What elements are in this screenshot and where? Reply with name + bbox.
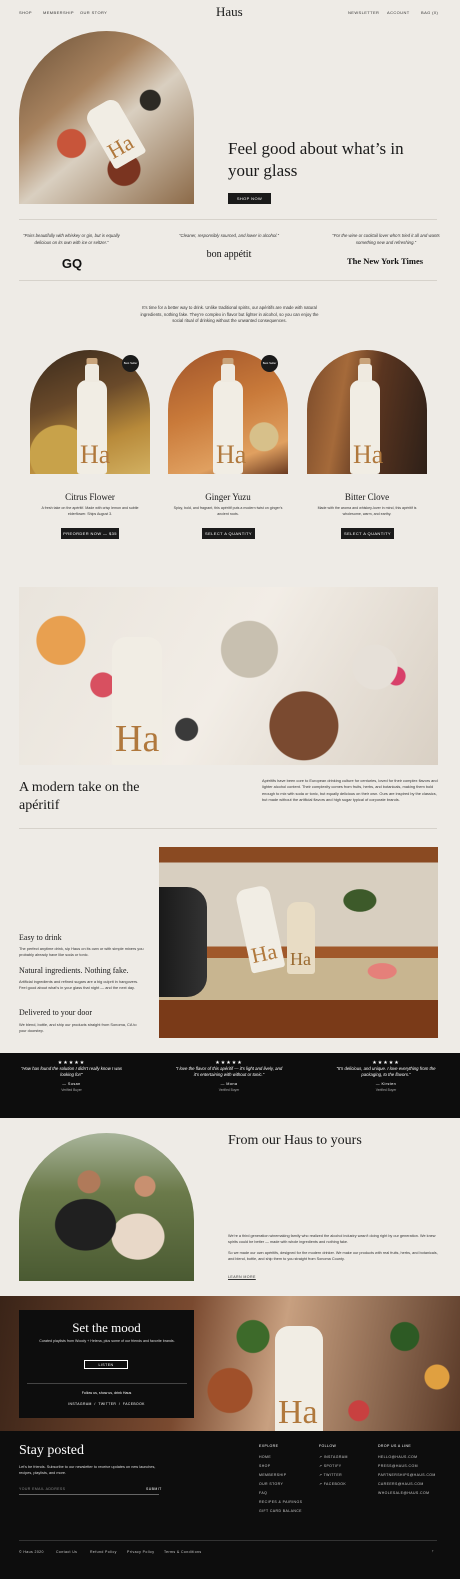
footer-contact-title: Drop us a line	[378, 1444, 412, 1448]
family-photo	[19, 1133, 194, 1281]
product-name[interactable]: Ginger Yuzu	[168, 492, 288, 502]
divider	[19, 219, 437, 220]
family-body-1: We’re a third generation winemaking fami…	[228, 1234, 436, 1244]
review-quote: “It’s delicious, and unique. I love ever…	[336, 1066, 436, 1078]
footer-link[interactable]: Partnerships@Haus.com	[378, 1473, 436, 1477]
shop-now-button[interactable]: Shop now	[228, 193, 271, 204]
footer-explore-title: Explore	[259, 1444, 279, 1448]
feature-body: The perfect anytime drink, sip Haus on i…	[19, 946, 144, 957]
listen-button[interactable]: Listen	[84, 1360, 128, 1369]
product-desc: Spicy, bold, and fragrant, this apéritif…	[173, 506, 283, 516]
review-card: ★★★★★ “I love the flavor of this apériti…	[173, 1060, 285, 1092]
modern-heading: A modern take on the apéritif	[19, 780, 140, 813]
press-logo-nyt: The New York Times	[346, 256, 424, 266]
footer-link[interactable]: Our Story	[259, 1482, 283, 1486]
verified-buyer: Verified Buyer	[61, 1087, 82, 1092]
mood-heading: Set the mood	[72, 1320, 141, 1335]
divider	[19, 1540, 437, 1541]
social-links[interactable]: Instagram / Twitter / Facebook	[19, 1401, 194, 1408]
nav-our-story[interactable]: Our Story	[80, 10, 107, 15]
nav-shop[interactable]: Shop	[19, 10, 32, 15]
product-name[interactable]: Bitter Clove	[307, 492, 427, 502]
hero-headline: Feel good about what’s in your glass	[228, 139, 404, 180]
mood-body: Curated playlists from Woody + Helena, p…	[39, 1339, 175, 1343]
email-underline	[19, 1494, 159, 1495]
preorder-button[interactable]: Preorder now — $35	[61, 528, 119, 539]
select-quantity-button[interactable]: Select a quantity	[341, 528, 394, 539]
divider	[27, 1383, 187, 1384]
top-nav: Shop Membership Our Story Haus Newslette…	[0, 0, 460, 26]
footer-link[interactable]: Gift Card Balance	[259, 1509, 302, 1513]
nav-membership[interactable]: Membership	[43, 10, 74, 15]
footer-follow-title: Follow	[319, 1444, 337, 1448]
press-quote-3: “For the wine or cocktail lover who’s tr…	[332, 233, 440, 245]
feature-body: Artificial ingredients and refined sugar…	[19, 979, 139, 990]
press-quote-1: “Pairs beautifully with whiskey or gin, …	[23, 233, 120, 245]
footer-heading: Stay posted	[19, 1443, 84, 1458]
press-logo-bon-appetit: bon appétit	[206, 249, 252, 260]
footer-link[interactable]: ↗ Spotify	[319, 1464, 341, 1468]
legal-link[interactable]: Contact Us	[56, 1550, 77, 1554]
legal-link[interactable]: Refund Policy	[90, 1550, 117, 1554]
footer-link[interactable]: ↗ Facebook	[319, 1482, 346, 1486]
learn-more-link[interactable]: Learn more	[228, 1274, 256, 1281]
reviewer-name: — Mona	[220, 1081, 238, 1086]
product-desc: A fresh take on the apéritif. Made with …	[41, 506, 139, 516]
newsletter-text: Let’s be friends. Subscribe to our newsl…	[19, 1465, 156, 1475]
divider	[19, 828, 437, 829]
feature-title: Delivered to your door	[19, 1008, 93, 1017]
feature-body: We blend, bottle, and ship our products …	[19, 1022, 137, 1033]
footer-link[interactable]: Membership	[259, 1473, 287, 1477]
back-to-top-icon[interactable]: ↑	[432, 1549, 434, 1553]
modern-body: Apéritifs have been core to European dri…	[262, 778, 438, 802]
review-card: ★★★★★ “How has found the solution I didn…	[19, 1060, 124, 1092]
reviewer-name: — Kirsten	[375, 1081, 397, 1086]
footer-link[interactable]: Recipes & Pairings	[259, 1500, 302, 1504]
product-name[interactable]: Citrus Flower	[30, 492, 150, 502]
footer-link[interactable]: Hello@Haus.com	[378, 1455, 418, 1459]
follow-text: Follow us, show us, drink Haus	[81, 1391, 132, 1395]
family-heading: From our Haus to yours	[228, 1133, 362, 1148]
email-input[interactable]: Your email address	[19, 1486, 139, 1493]
press-logo-gq: GQ	[61, 256, 83, 271]
feature-title: Natural ingredients. Nothing fake.	[19, 966, 129, 975]
product-desc: Made with the aroma and whiskey-lover in…	[317, 506, 417, 516]
footer-link[interactable]: ↗ Twitter	[319, 1473, 342, 1477]
divider	[19, 280, 437, 281]
hero-image: Ha	[19, 31, 194, 204]
best-seller-badge: Best Seller	[261, 355, 278, 372]
nav-bag[interactable]: Bag (0)	[421, 10, 438, 15]
legal-link[interactable]: Privacy Policy	[127, 1550, 154, 1554]
review-quote: “How has found the solution I didn’t rea…	[20, 1066, 123, 1078]
nav-account[interactable]: Account	[387, 10, 410, 15]
legal-link[interactable]: Terms & Conditions	[164, 1550, 202, 1554]
footer-link[interactable]: Home	[259, 1455, 271, 1459]
footer-link[interactable]: FAQ	[259, 1491, 267, 1495]
footer-link[interactable]: Wholesale@Haus.com	[378, 1491, 429, 1495]
lifestyle-table-image: Ha	[19, 587, 438, 765]
footer-link[interactable]: Press@Haus.com	[378, 1464, 418, 1468]
verified-buyer: Verified Buyer	[218, 1087, 240, 1092]
submit-button[interactable]: Submit	[146, 1486, 162, 1493]
logo[interactable]: Haus	[216, 4, 243, 20]
intro-text: It’s time for a better way to drink. Unl…	[140, 305, 319, 324]
family-body-2: So we made our own apéritifs, designed f…	[228, 1251, 438, 1261]
copyright: © Haus 2020	[19, 1550, 44, 1554]
footer-link[interactable]: ↗ Instagram	[319, 1455, 348, 1459]
review-quote: “I love the flavor of this apéritif — it…	[175, 1066, 283, 1078]
press-quote-2: “Cleaner, responsibly sourced, and lower…	[179, 233, 279, 238]
product-image-bitter-clove: Ha	[307, 350, 427, 474]
footer-link[interactable]: Careers@Haus.com	[378, 1482, 424, 1486]
shelf-image: Ha Ha	[159, 847, 438, 1038]
reviewer-name: — Susan	[62, 1081, 81, 1086]
footer-link[interactable]: Shop	[259, 1464, 271, 1468]
select-quantity-button[interactable]: Select a quantity	[202, 528, 255, 539]
feature-title: Easy to drink	[19, 933, 62, 942]
verified-buyer: Verified Buyer	[375, 1087, 397, 1092]
review-card: ★★★★★ “It’s delicious, and unique. I lov…	[331, 1060, 441, 1092]
best-seller-badge: Best Seller	[122, 355, 139, 372]
nav-newsletter[interactable]: Newsletter	[348, 10, 379, 15]
